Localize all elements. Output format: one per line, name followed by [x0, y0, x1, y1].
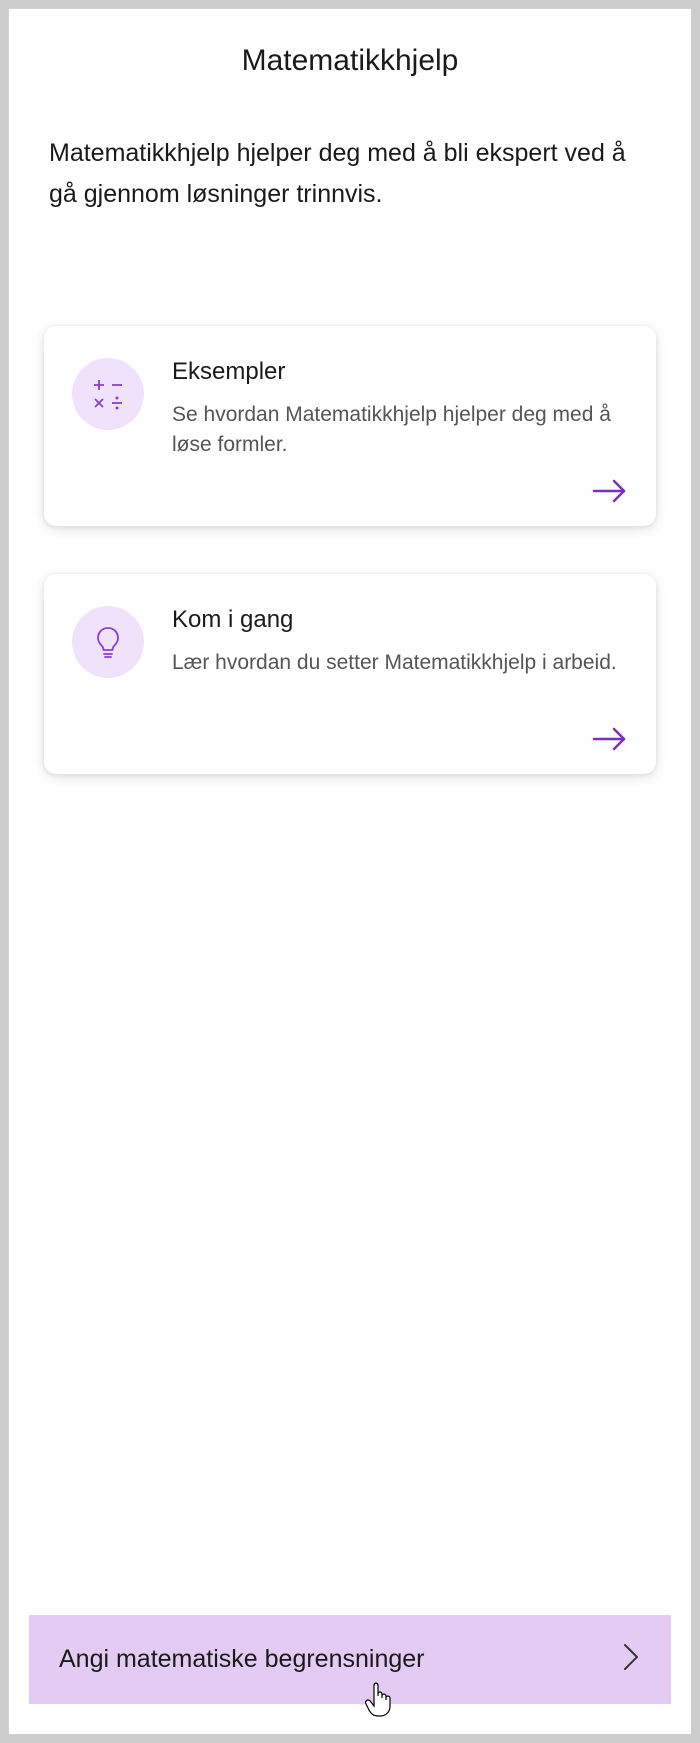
cursor-hand-icon: [364, 1682, 392, 1718]
set-math-constraints-button[interactable]: Angi matematiske begrensninger: [29, 1615, 671, 1704]
card-text: Kom i gang Lær hvordan du setter Matemat…: [172, 602, 628, 678]
math-help-panel: Matematikkhjelp Matematikkhjelp hjelper …: [8, 8, 692, 1735]
get-started-card[interactable]: Kom i gang Lær hvordan du setter Matemat…: [44, 574, 656, 774]
examples-card[interactable]: Eksempler Se hvordan Matematikkhjelp hje…: [44, 326, 656, 526]
bottom-bar-label: Angi matematiske begrensninger: [59, 1645, 424, 1674]
card-title: Eksempler: [172, 358, 628, 386]
card-text: Eksempler Se hvordan Matematikkhjelp hje…: [172, 354, 628, 461]
description-section: Matematikkhjelp hjelper deg med å bli ek…: [9, 78, 691, 216]
lightbulb-icon: [72, 606, 144, 678]
chevron-right-icon: [621, 1641, 641, 1678]
arrow-right-icon: [592, 477, 628, 510]
arrow-right-icon: [592, 725, 628, 758]
cards-container: Eksempler Se hvordan Matematikkhjelp hje…: [9, 216, 691, 774]
panel-header: Matematikkhjelp: [9, 9, 691, 78]
page-title: Matematikkhjelp: [29, 44, 671, 78]
card-title: Kom i gang: [172, 606, 628, 634]
card-subtitle: Lær hvordan du setter Matematikkhjelp i …: [172, 648, 628, 678]
math-operators-icon: [72, 358, 144, 430]
card-subtitle: Se hvordan Matematikkhjelp hjelper deg m…: [172, 400, 628, 461]
card-content: Eksempler Se hvordan Matematikkhjelp hje…: [72, 354, 628, 461]
card-content: Kom i gang Lær hvordan du setter Matemat…: [72, 602, 628, 678]
description-text: Matematikkhjelp hjelper deg med å bli ek…: [49, 133, 651, 216]
